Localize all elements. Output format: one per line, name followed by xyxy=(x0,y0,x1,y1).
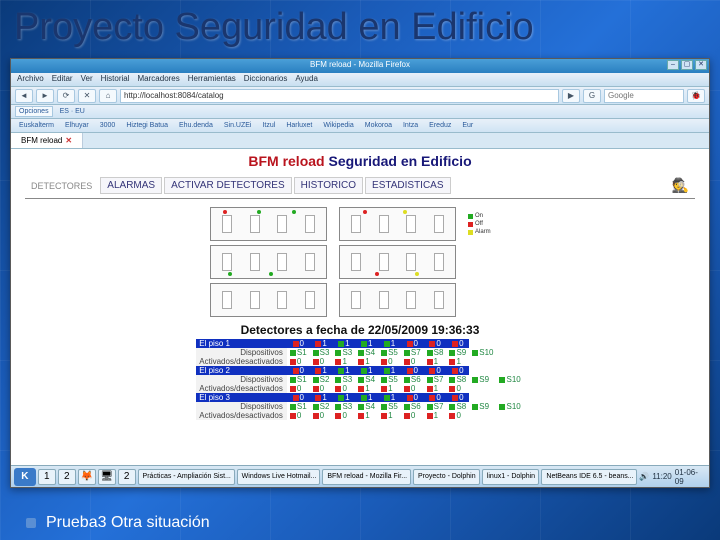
title-bfm: BFM reload xyxy=(248,153,324,169)
options-bar: Opciones ES · EU xyxy=(11,105,709,119)
url-input[interactable] xyxy=(120,89,559,103)
bookmarks-bar: EuskaltermElhuyar3000Hiztegi BatuaEhu.de… xyxy=(11,119,709,133)
close-button[interactable]: ✕ xyxy=(695,60,707,70)
search-input[interactable] xyxy=(604,89,684,103)
menu-historial[interactable]: Historial xyxy=(101,74,130,85)
navbar: ◄ ► ⟳ ✕ ⌂ ▶ G 🐞 xyxy=(11,87,709,105)
bookmark-item[interactable]: Mokoroa xyxy=(361,120,396,131)
lang-toggle[interactable]: ES · EU xyxy=(56,106,89,117)
reload-button[interactable]: ⟳ xyxy=(57,89,75,103)
page-title: BFM reload Seguridad en Edificio xyxy=(248,153,471,169)
nav-tab[interactable]: ESTADISTICAS xyxy=(365,177,451,194)
start-button[interactable]: K xyxy=(14,468,36,486)
bookmark-item[interactable]: Elhuyar xyxy=(61,120,93,131)
bookmark-item[interactable]: Eur xyxy=(458,120,477,131)
floorplan: On Off Alarm xyxy=(210,207,510,317)
system-tray: 🔊 11:20 01-06-09 xyxy=(639,468,706,486)
stop-button[interactable]: ✕ xyxy=(78,89,96,103)
menu-herramientas[interactable]: Herramientas xyxy=(188,74,236,85)
desktop-switcher[interactable]: 2 xyxy=(118,469,136,485)
title-seguridad: Seguridad en Edificio xyxy=(328,153,471,169)
floor-block xyxy=(210,207,327,241)
tab-label: BFM reload xyxy=(21,136,62,145)
menu-archivo[interactable]: Archivo xyxy=(17,74,44,85)
nav-tab[interactable]: HISTORICO xyxy=(294,177,363,194)
date: 01-06-09 xyxy=(675,468,706,486)
taskbar: K 12🦊🖥 2 Prácticas - Ampliación Sist...W… xyxy=(11,465,709,487)
bookmark-item[interactable]: Ereduz xyxy=(425,120,455,131)
clock: 11:20 xyxy=(652,472,671,481)
floor-block xyxy=(339,245,456,279)
legend: On Off Alarm xyxy=(468,207,510,241)
bookmark-item[interactable]: Intza xyxy=(399,120,422,131)
quicklaunch-icon[interactable]: 2 xyxy=(58,469,76,485)
window-titlebar: BFM reload - Mozilla Firefox – ▢ ✕ xyxy=(11,59,709,73)
bookmark-item[interactable]: Ehu.denda xyxy=(175,120,217,131)
detector-table: El piso 101111000DispositivosS1S3S3S4S5S… xyxy=(196,339,523,420)
tray-icon[interactable]: 🔊 xyxy=(639,472,649,481)
menu-ver[interactable]: Ver xyxy=(81,74,93,85)
go-button[interactable]: ▶ xyxy=(562,89,580,103)
taskbar-task[interactable]: BFM reload - Mozilla Fir... xyxy=(322,469,411,485)
addon-icon[interactable]: 🐞 xyxy=(687,89,705,103)
tab-close-icon[interactable]: ✕ xyxy=(65,136,72,145)
window-title: BFM reload - Mozilla Firefox xyxy=(310,60,410,72)
floor-block xyxy=(210,245,327,279)
quicklaunch-icon[interactable]: 🖥 xyxy=(98,469,116,485)
forward-button[interactable]: ► xyxy=(36,89,54,103)
page-nav-tabs: DETECTORES ALARMASACTIVAR DETECTORESHIST… xyxy=(25,173,695,199)
menu-ayuda[interactable]: Ayuda xyxy=(295,74,318,85)
quicklaunch-icon[interactable]: 🦊 xyxy=(78,469,96,485)
slide-caption: Prueba3 Otra situación xyxy=(46,514,210,532)
bookmark-item[interactable]: Itzul xyxy=(258,120,279,131)
floor-block xyxy=(339,283,456,317)
minimize-button[interactable]: – xyxy=(667,60,679,70)
bookmark-item[interactable]: Hiztegi Batua xyxy=(122,120,172,131)
menu-diccionarios[interactable]: Diccionarios xyxy=(244,74,288,85)
floor-block xyxy=(339,207,456,241)
tab-detectores-label: DETECTORES xyxy=(25,179,98,193)
bullet-icon xyxy=(26,518,36,528)
taskbar-task[interactable]: NetBeans IDE 6.5 - beans... xyxy=(541,469,637,485)
taskbar-task[interactable]: linux1 - Dolphin xyxy=(482,469,540,485)
options-button[interactable]: Opciones xyxy=(15,106,53,117)
taskbar-task[interactable]: Windows Live Hotmail... xyxy=(237,469,321,485)
quicklaunch-icon[interactable]: 1 xyxy=(38,469,56,485)
detective-icon: 🕵️ xyxy=(666,175,695,196)
floor-block xyxy=(210,283,327,317)
maximize-button[interactable]: ▢ xyxy=(681,60,693,70)
back-button[interactable]: ◄ xyxy=(15,89,33,103)
menubar: Archivo Editar Ver Historial Marcadores Herra… xyxy=(11,73,709,87)
search-engine-icon[interactable]: G xyxy=(583,89,601,103)
tabbar: BFM reload ✕ xyxy=(11,133,709,149)
menu-marcadores[interactable]: Marcadores xyxy=(138,74,180,85)
taskbar-task[interactable]: Proyecto - Dolphin xyxy=(413,469,480,485)
browser-window: BFM reload - Mozilla Firefox – ▢ ✕ Archi… xyxy=(10,58,710,488)
bookmark-item[interactable]: Harluxet xyxy=(282,120,316,131)
menu-editar[interactable]: Editar xyxy=(52,74,73,85)
home-button[interactable]: ⌂ xyxy=(99,89,117,103)
tab-bfm-reload[interactable]: BFM reload ✕ xyxy=(11,133,83,148)
nav-tab[interactable]: ACTIVAR DETECTORES xyxy=(164,177,292,194)
bookmark-item[interactable]: Wikipedia xyxy=(319,120,357,131)
bookmark-item[interactable]: Euskalterm xyxy=(15,120,58,131)
bookmark-item[interactable]: Sin.UZEi xyxy=(220,120,256,131)
taskbar-task[interactable]: Prácticas - Ampliación Sist... xyxy=(138,469,235,485)
bookmark-item[interactable]: 3000 xyxy=(96,120,120,131)
detectores-subheader: Detectores a fecha de 22/05/2009 19:36:3… xyxy=(241,323,480,337)
nav-tab[interactable]: ALARMAS xyxy=(100,177,162,194)
page-content: BFM reload Seguridad en Edificio DETECTO… xyxy=(11,149,709,473)
slide-title: Proyecto Seguridad en Edificio xyxy=(14,6,534,49)
